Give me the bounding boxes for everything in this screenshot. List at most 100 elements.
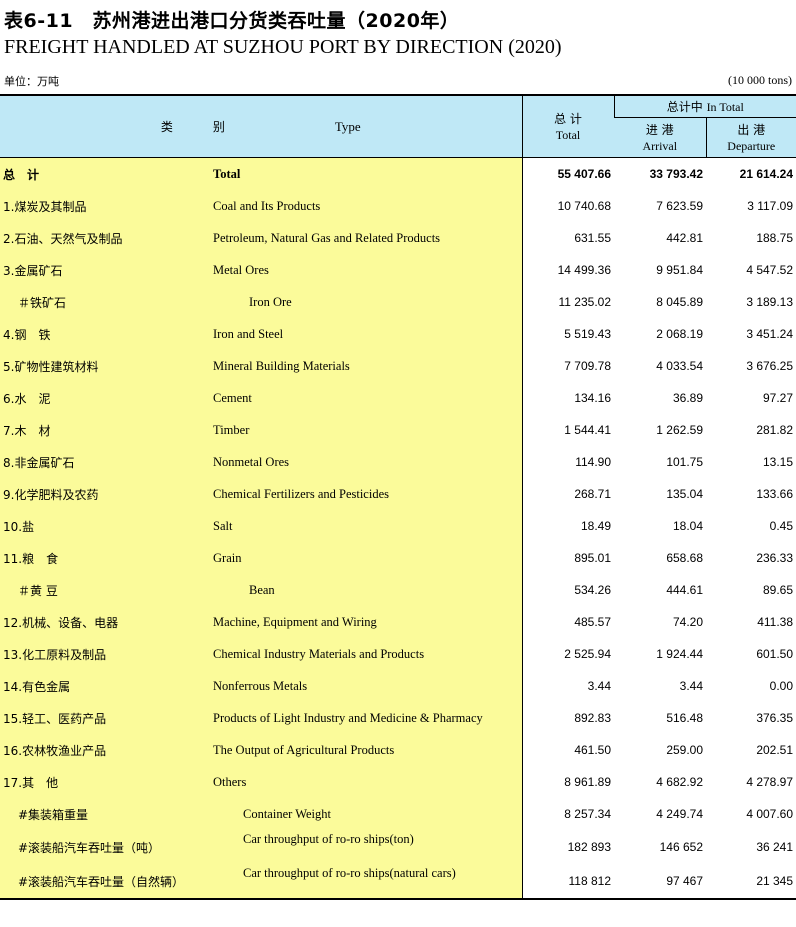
table-row: 5.矿物性建筑材料 Mineral Building Materials 7 709… <box>0 350 796 382</box>
row-arrival-value: 4 682.92 <box>614 766 707 798</box>
header-departure: 出 港 Departure <box>705 117 796 158</box>
header-arrival: 进 港 Arrival <box>614 117 707 158</box>
row-total-value: 895.01 <box>521 542 615 574</box>
row-arrival-value: 135.04 <box>614 478 707 510</box>
row-arrival-value: 97 467 <box>614 864 707 900</box>
row-category-cn: #滚装船汽车吞吐量（自然辆） <box>0 864 209 900</box>
table-title-english: FREIGHT HANDLED AT SUZHOU PORT BY DIRECT… <box>4 36 562 58</box>
row-total-value: 485.57 <box>521 606 615 638</box>
row-category-cn: 13.化工原料及制品 <box>0 638 209 670</box>
table-row: 2.石油、天然气及制品 Petroleum, Natural Gas and Re… <box>0 222 796 254</box>
row-category-cn: 10.盐 <box>0 510 209 542</box>
row-category-en: Bean <box>209 574 523 606</box>
row-departure-value: 21 614.24 <box>706 157 796 190</box>
row-category-en: Machine, Equipment and Wiring <box>209 606 523 638</box>
row-arrival-value: 259.00 <box>614 734 707 766</box>
row-arrival-value: 442.81 <box>614 222 707 254</box>
row-category-cn: #集装箱重量 <box>0 798 209 830</box>
row-category-en: Salt <box>209 510 523 542</box>
row-total-value: 534.26 <box>521 574 615 606</box>
row-arrival-value: 9 951.84 <box>614 254 707 286</box>
row-category-cn: 6.水 泥 <box>0 382 209 414</box>
row-arrival-value: 516.48 <box>614 702 707 734</box>
unit-label-chinese: 单位：万吨 <box>4 75 59 88</box>
row-category-en: Car throughput of ro-ro ships(ton) <box>209 830 523 864</box>
table-row: #滚装船汽车吞吐量（吨） Car throughput of ro-ro ship… <box>0 830 796 864</box>
row-total-value: 18.49 <box>521 510 615 542</box>
row-category-cn: ＃铁矿石 <box>0 286 209 318</box>
row-total-value: 134.16 <box>521 382 615 414</box>
row-category-cn: 2.石油、天然气及制品 <box>0 222 209 254</box>
row-category-en: Mineral Building Materials <box>209 350 523 382</box>
row-category-en: Products of Light Industry and Medicine … <box>209 702 523 734</box>
row-category-en: The Output of Agricultural Products <box>209 734 523 766</box>
table-row: 1.煤炭及其制品 Coal and Its Products 10 740.68 7 … <box>0 190 796 222</box>
row-arrival-value: 3.44 <box>614 670 707 702</box>
row-departure-value: 202.51 <box>706 734 796 766</box>
row-category-en: Petroleum, Natural Gas and Related Produ… <box>209 222 523 254</box>
table-header: 类 别 Type 总 计 Total 总计中 In Total 进 港 Arriv… <box>0 94 796 158</box>
row-arrival-value: 4 033.54 <box>614 350 707 382</box>
row-category-en: Cement <box>209 382 523 414</box>
row-total-value: 182 893 <box>521 830 615 864</box>
table-row: 14.有色金属 Nonferrous Metals 3.44 3.44 0.00 <box>0 670 796 702</box>
table-row: 13.化工原料及制品 Chemical Industry Materials an… <box>0 638 796 670</box>
table-row: 11.粮 食 Grain 895.01 658.68 236.33 <box>0 542 796 574</box>
row-arrival-value: 4 249.74 <box>614 798 707 830</box>
header-total-cn: 总 计 <box>554 111 582 126</box>
row-arrival-value: 1 262.59 <box>614 414 707 446</box>
row-category-cn: 15.轻工、医药产品 <box>0 702 209 734</box>
row-total-value: 268.71 <box>521 478 615 510</box>
row-category-cn: 16.农林牧渔业产品 <box>0 734 209 766</box>
row-category-cn: 3.金属矿石 <box>0 254 209 286</box>
row-total-value: 2 525.94 <box>521 638 615 670</box>
row-departure-value: 97.27 <box>706 382 796 414</box>
table-row: #滚装船汽车吞吐量（自然辆） Car throughput of ro-ro sh… <box>0 864 796 900</box>
row-category-en: Grain <box>209 542 523 574</box>
header-in-total-cn: 总计中 <box>666 100 703 114</box>
row-departure-value: 236.33 <box>706 542 796 574</box>
row-category-cn: 4.钢 铁 <box>0 318 209 350</box>
table-row: ＃铁矿石 Iron Ore 11 235.02 8 045.89 3 189.13 <box>0 286 796 318</box>
row-departure-value: 4 007.60 <box>706 798 796 830</box>
row-departure-value: 0.00 <box>706 670 796 702</box>
row-total-value: 631.55 <box>521 222 615 254</box>
row-category-en: Coal and Its Products <box>209 190 523 222</box>
row-category-cn: 9.化学肥料及农药 <box>0 478 209 510</box>
row-departure-value: 411.38 <box>706 606 796 638</box>
row-arrival-value: 1 924.44 <box>614 638 707 670</box>
row-category-cn: 5.矿物性建筑材料 <box>0 350 209 382</box>
row-departure-value: 281.82 <box>706 414 796 446</box>
row-departure-value: 36 241 <box>706 830 796 864</box>
row-arrival-value: 74.20 <box>614 606 707 638</box>
row-category-en: Chemical Industry Materials and Products <box>209 638 523 670</box>
header-category: 类 别 Type <box>0 94 523 158</box>
row-departure-value: 188.75 <box>706 222 796 254</box>
row-departure-value: 601.50 <box>706 638 796 670</box>
row-arrival-value: 2 068.19 <box>614 318 707 350</box>
unit-label-english: (10 000 tons) <box>728 73 792 87</box>
table-row: 8.非金属矿石 Nonmetal Ores 114.90 101.75 13.15 <box>0 446 796 478</box>
row-total-value: 11 235.02 <box>521 286 615 318</box>
row-departure-value: 4 547.52 <box>706 254 796 286</box>
table-row: 6.水 泥 Cement 134.16 36.89 97.27 <box>0 382 796 414</box>
row-departure-value: 13.15 <box>706 446 796 478</box>
row-total-value: 8 961.89 <box>521 766 615 798</box>
row-category-en: Container Weight <box>209 798 523 830</box>
row-arrival-value: 658.68 <box>614 542 707 574</box>
row-category-en: Metal Ores <box>209 254 523 286</box>
row-arrival-value: 18.04 <box>614 510 707 542</box>
row-total-value: 7 709.78 <box>521 350 615 382</box>
header-total: 总 计 Total <box>521 94 615 158</box>
row-category-cn: 14.有色金属 <box>0 670 209 702</box>
row-total-value: 892.83 <box>521 702 615 734</box>
row-category-en: Total <box>209 157 523 190</box>
row-category-cn: 17.其 他 <box>0 766 209 798</box>
row-arrival-value: 146 652 <box>614 830 707 864</box>
row-arrival-value: 444.61 <box>614 574 707 606</box>
table-row: #集装箱重量 Container Weight 8 257.34 4 249.74 4 … <box>0 798 796 830</box>
row-category-en: Nonferrous Metals <box>209 670 523 702</box>
row-category-cn: 12.机械、设备、电器 <box>0 606 209 638</box>
header-total-en: Total <box>555 127 581 142</box>
row-total-value: 14 499.36 <box>521 254 615 286</box>
